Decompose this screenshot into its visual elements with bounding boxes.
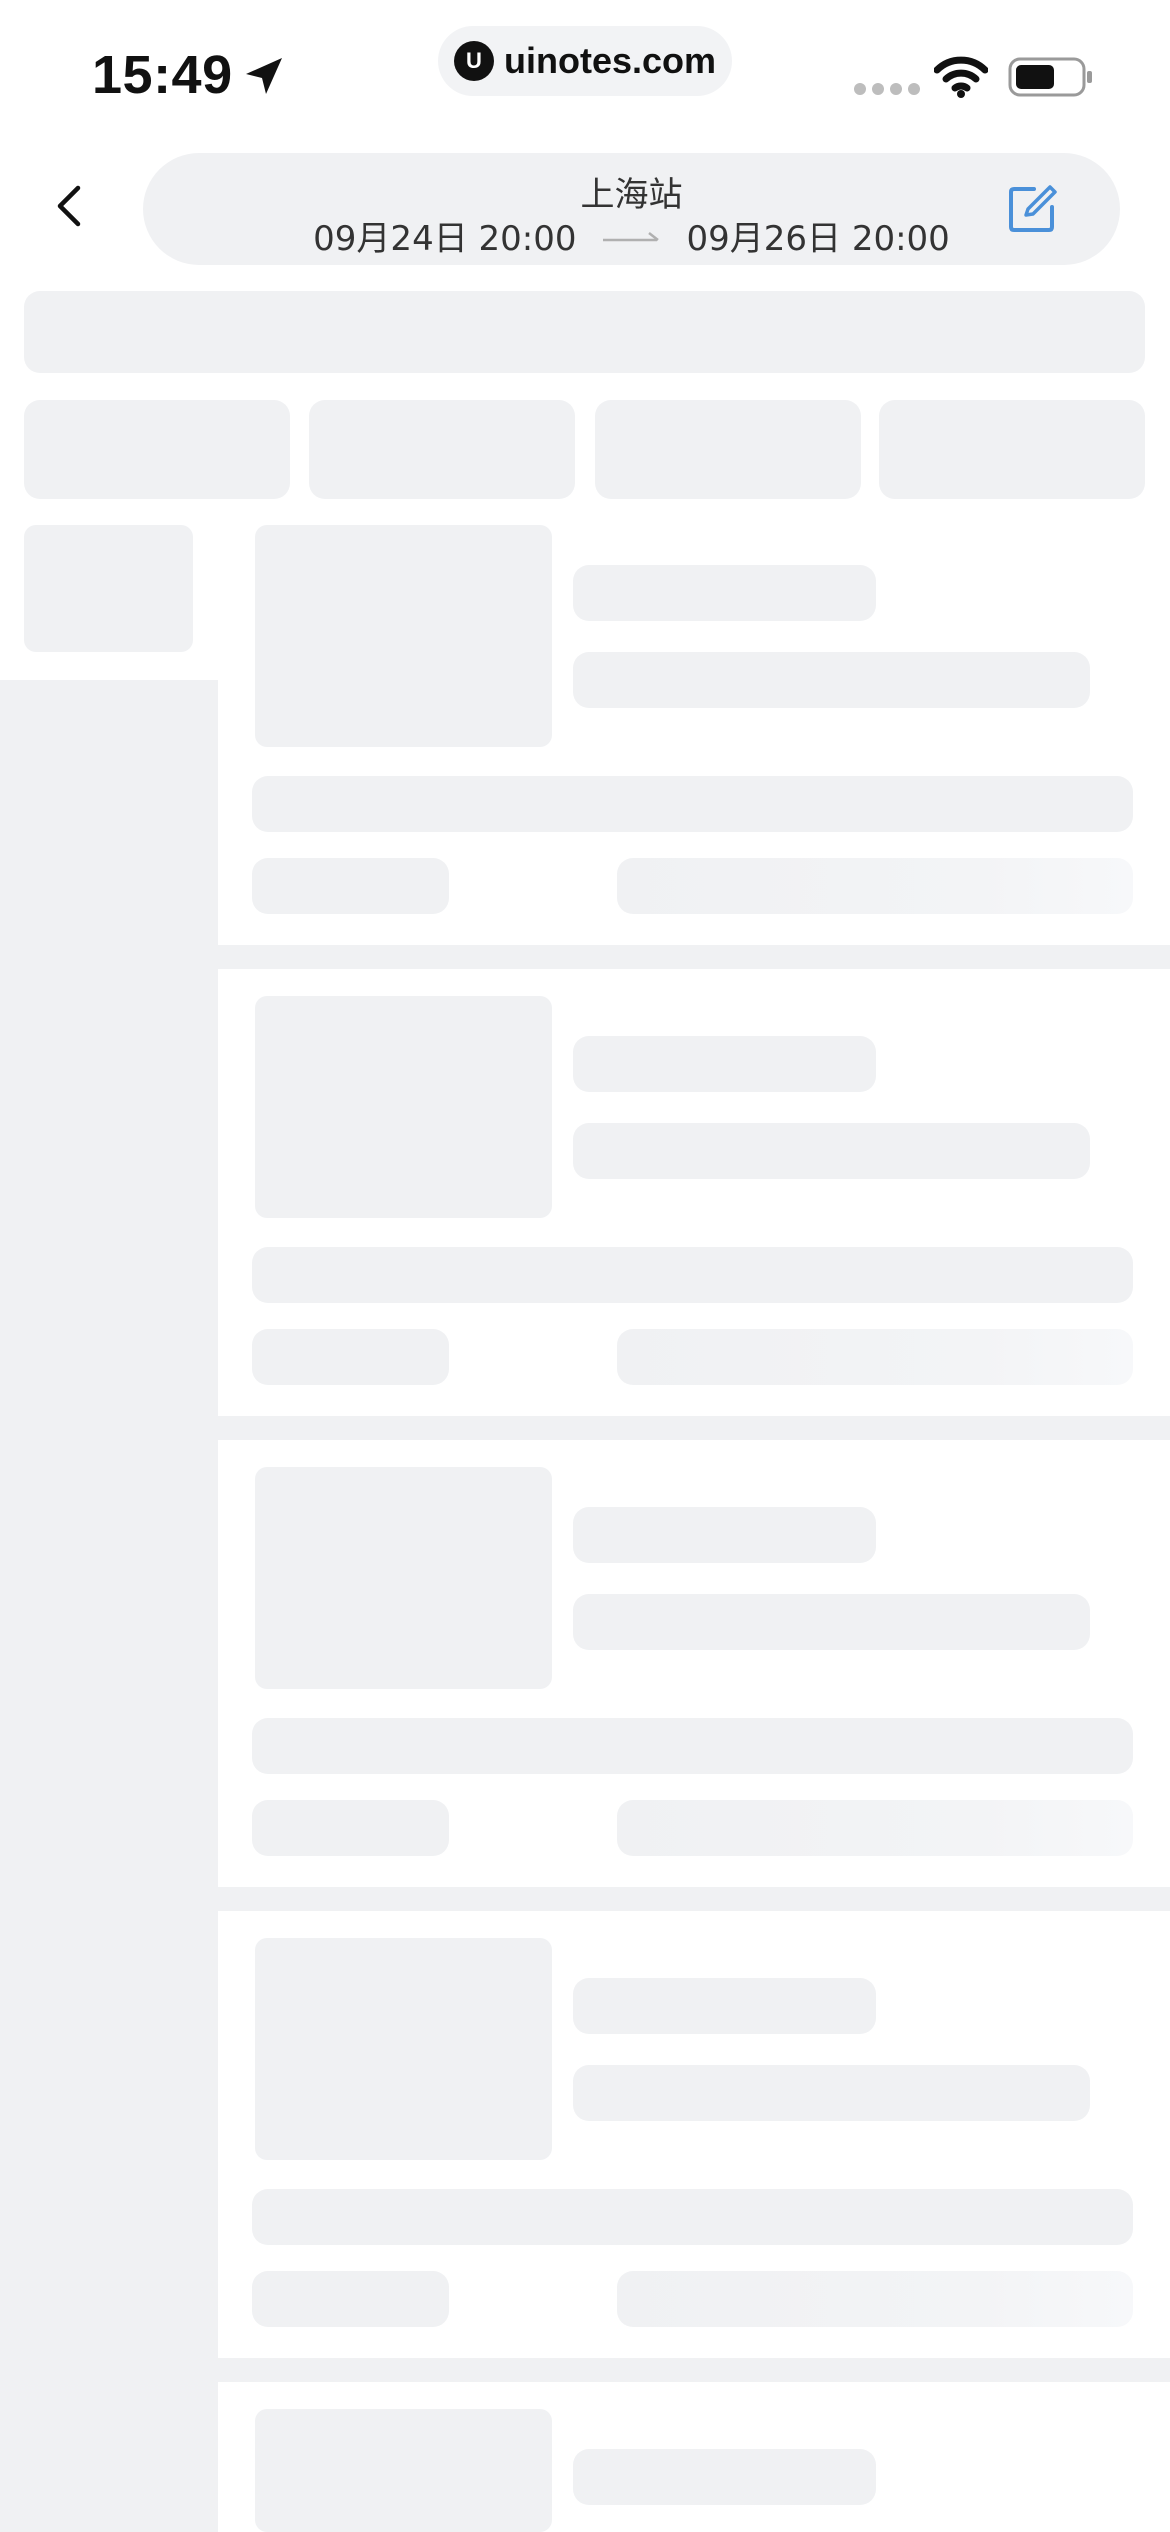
card-info-placeholder xyxy=(252,1247,1133,1303)
card-title-placeholder xyxy=(573,1036,876,1092)
status-time: 15:49 xyxy=(92,45,233,105)
start-datetime: 09月24日 20:00 xyxy=(313,219,577,259)
card-title-placeholder xyxy=(573,2449,876,2505)
card-divider xyxy=(218,1416,1170,1440)
card-subtitle-placeholder xyxy=(573,1123,1090,1179)
filter-placeholder xyxy=(309,400,575,499)
signal-dots-icon xyxy=(854,83,920,95)
card-image-placeholder xyxy=(255,525,552,747)
category-placeholder xyxy=(24,525,193,652)
card-tag-placeholder xyxy=(252,1800,449,1856)
card-divider xyxy=(218,2358,1170,2382)
card-tag-placeholder xyxy=(252,2271,449,2327)
wifi-icon xyxy=(934,56,988,98)
card-image-placeholder xyxy=(255,2409,552,2532)
card-subtitle-placeholder xyxy=(573,1594,1090,1650)
card-info-placeholder xyxy=(252,2189,1133,2245)
date-range: 09月24日 20:00 09月26日 20:00 xyxy=(143,211,1120,260)
search-summary-bar[interactable]: 上海站 09月24日 20:00 09月26日 20:00 xyxy=(143,153,1120,265)
card-price-placeholder xyxy=(617,1800,1133,1856)
filter-placeholder xyxy=(595,400,861,499)
battery-icon xyxy=(1008,57,1092,97)
edit-icon[interactable] xyxy=(1006,183,1058,235)
card-image-placeholder xyxy=(255,996,552,1218)
search-bar-placeholder xyxy=(24,291,1145,373)
station-name: 上海站 xyxy=(580,175,683,215)
card-title-placeholder xyxy=(573,565,876,621)
card-price-placeholder xyxy=(617,1329,1133,1385)
card-subtitle-placeholder xyxy=(573,2065,1090,2121)
back-button[interactable] xyxy=(40,176,100,236)
card-info-placeholder xyxy=(252,776,1133,832)
url-text: uinotes.com xyxy=(503,40,717,81)
filter-placeholder xyxy=(24,400,290,499)
chevron-left-icon xyxy=(57,185,81,227)
site-logo-icon: U xyxy=(453,41,494,81)
card-divider xyxy=(218,1887,1170,1911)
card-tag-placeholder xyxy=(252,858,449,914)
location-arrow-icon xyxy=(246,58,282,94)
card-tag-placeholder xyxy=(252,1329,449,1385)
card-divider xyxy=(218,945,1170,969)
card-image-placeholder xyxy=(255,1467,552,1689)
card-title-placeholder xyxy=(573,1978,876,2034)
side-panel xyxy=(0,680,218,2532)
card-title-placeholder xyxy=(573,1507,876,1563)
card-info-placeholder xyxy=(252,1718,1133,1774)
arrow-right-icon xyxy=(602,231,659,241)
end-datetime: 09月26日 20:00 xyxy=(686,219,950,259)
card-price-placeholder xyxy=(617,2271,1133,2327)
card-subtitle-placeholder xyxy=(573,652,1090,708)
filter-placeholder xyxy=(879,400,1145,499)
url-pill[interactable]: U uinotes.com xyxy=(438,26,732,96)
card-image-placeholder xyxy=(255,1938,552,2160)
card-price-placeholder xyxy=(617,858,1133,914)
